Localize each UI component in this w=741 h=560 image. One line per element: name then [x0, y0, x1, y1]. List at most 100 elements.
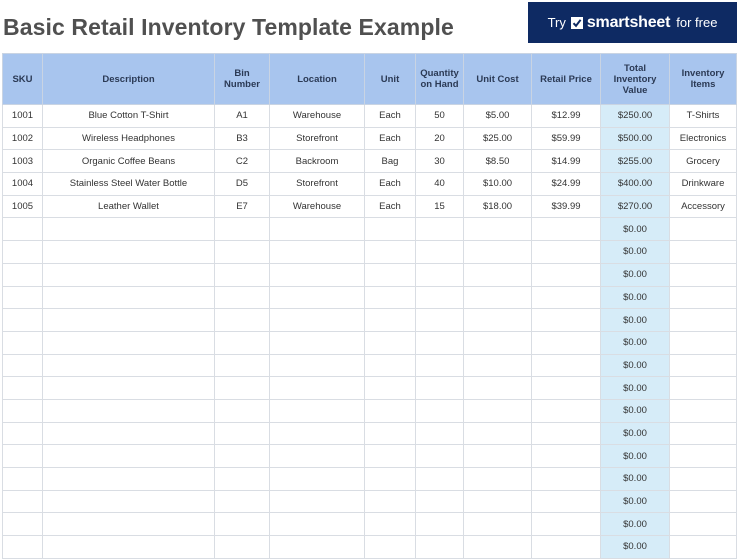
cell-inventory-items[interactable]	[669, 512, 737, 537]
cell-quantity-on-hand[interactable]	[415, 444, 464, 468]
cell-description[interactable]	[42, 398, 215, 423]
cell-quantity-on-hand[interactable]	[415, 512, 464, 537]
cell-quantity-on-hand[interactable]: 30	[415, 149, 464, 174]
smartsheet-banner[interactable]: Try smartsheet for free	[528, 2, 737, 43]
cell-total-inventory-value[interactable]: $0.00	[600, 535, 670, 559]
cell-inventory-items[interactable]	[669, 240, 737, 264]
cell-bin-number[interactable]	[214, 421, 270, 446]
cell-bin-number[interactable]	[214, 262, 270, 287]
cell-description[interactable]	[42, 285, 215, 310]
cell-inventory-items[interactable]: T-Shirts	[669, 104, 737, 128]
cell-unit-cost[interactable]	[463, 421, 532, 446]
cell-quantity-on-hand[interactable]: 15	[415, 194, 464, 219]
cell-total-inventory-value[interactable]: $250.00	[600, 104, 670, 128]
cell-inventory-items[interactable]	[669, 444, 737, 468]
cell-location[interactable]	[269, 398, 365, 423]
cell-sku[interactable]	[2, 240, 43, 264]
cell-quantity-on-hand[interactable]	[415, 262, 464, 287]
cell-inventory-items[interactable]: Drinkware	[669, 172, 737, 196]
cell-unit[interactable]	[364, 330, 416, 355]
cell-unit[interactable]: Each	[364, 126, 416, 151]
cell-description[interactable]: Blue Cotton T-Shirt	[42, 104, 215, 128]
cell-unit[interactable]	[364, 444, 416, 468]
cell-retail-price[interactable]: $24.99	[531, 172, 601, 196]
cell-total-inventory-value[interactable]: $0.00	[600, 240, 670, 264]
column-header-retail-price[interactable]: Retail Price	[531, 53, 601, 105]
cell-retail-price[interactable]: $14.99	[531, 149, 601, 174]
cell-unit[interactable]	[364, 489, 416, 514]
cell-bin-number[interactable]: D5	[214, 172, 270, 196]
cell-inventory-items[interactable]	[669, 262, 737, 287]
cell-location[interactable]	[269, 467, 365, 491]
cell-sku[interactable]	[2, 444, 43, 468]
cell-sku[interactable]	[2, 467, 43, 491]
cell-unit-cost[interactable]: $10.00	[463, 172, 532, 196]
cell-total-inventory-value[interactable]: $270.00	[600, 194, 670, 219]
cell-quantity-on-hand[interactable]	[415, 285, 464, 310]
cell-quantity-on-hand[interactable]	[415, 376, 464, 400]
cell-location[interactable]: Storefront	[269, 172, 365, 196]
column-header-quantity-on-hand[interactable]: Quantity on Hand	[415, 53, 464, 105]
cell-description[interactable]	[42, 240, 215, 264]
column-header-inventory-items[interactable]: Inventory Items	[669, 53, 737, 105]
cell-unit-cost[interactable]	[463, 535, 532, 559]
cell-retail-price[interactable]	[531, 467, 601, 491]
cell-unit-cost[interactable]	[463, 467, 532, 491]
cell-sku[interactable]	[2, 512, 43, 537]
cell-retail-price[interactable]	[531, 217, 601, 242]
cell-total-inventory-value[interactable]: $0.00	[600, 398, 670, 423]
cell-description[interactable]	[42, 535, 215, 559]
cell-bin-number[interactable]	[214, 240, 270, 264]
cell-total-inventory-value[interactable]: $0.00	[600, 285, 670, 310]
cell-quantity-on-hand[interactable]	[415, 467, 464, 491]
cell-retail-price[interactable]: $12.99	[531, 104, 601, 128]
cell-description[interactable]	[42, 421, 215, 446]
cell-retail-price[interactable]	[531, 240, 601, 264]
cell-bin-number[interactable]	[214, 444, 270, 468]
cell-sku[interactable]: 1001	[2, 104, 43, 128]
cell-retail-price[interactable]	[531, 489, 601, 514]
cell-bin-number[interactable]	[214, 308, 270, 332]
cell-description[interactable]	[42, 376, 215, 400]
cell-description[interactable]	[42, 330, 215, 355]
cell-unit[interactable]	[364, 217, 416, 242]
column-header-location[interactable]: Location	[269, 53, 365, 105]
cell-bin-number[interactable]	[214, 376, 270, 400]
cell-location[interactable]: Warehouse	[269, 104, 365, 128]
cell-retail-price[interactable]: $59.99	[531, 126, 601, 151]
cell-unit-cost[interactable]	[463, 217, 532, 242]
cell-unit[interactable]	[364, 376, 416, 400]
cell-description[interactable]	[42, 512, 215, 537]
cell-unit-cost[interactable]	[463, 376, 532, 400]
cell-retail-price[interactable]	[531, 376, 601, 400]
cell-sku[interactable]	[2, 376, 43, 400]
cell-location[interactable]	[269, 262, 365, 287]
column-header-unit[interactable]: Unit	[364, 53, 416, 105]
cell-location[interactable]	[269, 535, 365, 559]
cell-quantity-on-hand[interactable]	[415, 421, 464, 446]
cell-unit[interactable]: Each	[364, 194, 416, 219]
cell-unit-cost[interactable]	[463, 240, 532, 264]
cell-bin-number[interactable]	[214, 467, 270, 491]
cell-quantity-on-hand[interactable]: 40	[415, 172, 464, 196]
cell-retail-price[interactable]	[531, 353, 601, 378]
cell-sku[interactable]: 1003	[2, 149, 43, 174]
column-header-sku[interactable]: SKU	[2, 53, 43, 105]
cell-sku[interactable]	[2, 353, 43, 378]
cell-inventory-items[interactable]: Grocery	[669, 149, 737, 174]
cell-bin-number[interactable]: B3	[214, 126, 270, 151]
cell-location[interactable]	[269, 421, 365, 446]
cell-unit-cost[interactable]	[463, 512, 532, 537]
cell-location[interactable]	[269, 240, 365, 264]
cell-sku[interactable]	[2, 489, 43, 514]
cell-description[interactable]: Organic Coffee Beans	[42, 149, 215, 174]
cell-description[interactable]	[42, 353, 215, 378]
cell-inventory-items[interactable]	[669, 467, 737, 491]
cell-location[interactable]	[269, 376, 365, 400]
cell-total-inventory-value[interactable]: $0.00	[600, 330, 670, 355]
cell-inventory-items[interactable]: Accessory	[669, 194, 737, 219]
cell-unit-cost[interactable]	[463, 330, 532, 355]
cell-quantity-on-hand[interactable]	[415, 217, 464, 242]
cell-location[interactable]	[269, 330, 365, 355]
cell-unit-cost[interactable]: $25.00	[463, 126, 532, 151]
